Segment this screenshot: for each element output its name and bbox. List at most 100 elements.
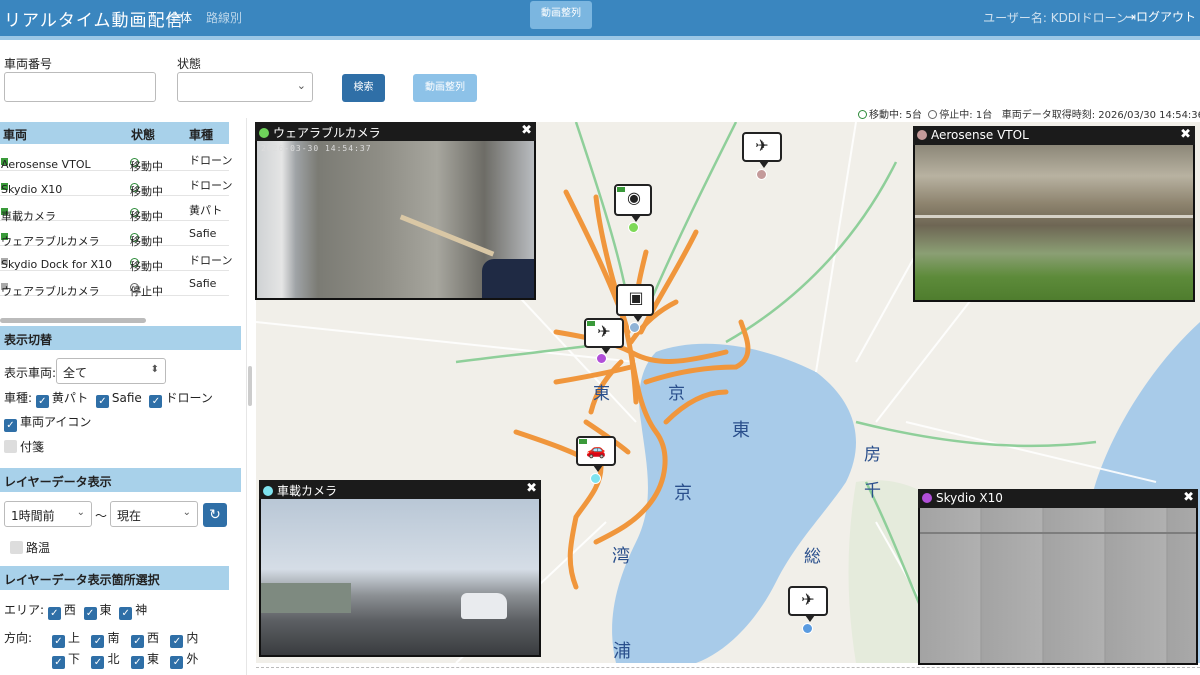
vehicle-type: ドローン (189, 154, 233, 167)
splitter-handle[interactable] (248, 366, 252, 406)
camera-marker-wearable[interactable]: ◉ (614, 184, 652, 222)
layer-display-header: レイヤーデータ表示 (0, 468, 241, 492)
header-divider (0, 36, 1200, 40)
layer-to-value: 現在 (117, 509, 142, 523)
pin-dock[interactable] (629, 322, 640, 333)
dir-up-label: 上 (68, 631, 81, 645)
video-feed-wearable[interactable]: 2026-03-30 14:54:37 (257, 141, 534, 298)
dir-north-checkbox[interactable]: ✓ (91, 656, 105, 669)
pin-car[interactable] (590, 473, 601, 484)
dir-down-checkbox[interactable]: ✓ (52, 656, 65, 669)
area-east-checkbox[interactable]: ✓ (83, 607, 97, 620)
area-east-label: 東 (99, 603, 112, 617)
dir-west-checkbox[interactable]: ✓ (130, 635, 144, 648)
map-label-ura: 浦 (613, 641, 631, 662)
vehicle-type-label: 車種: (4, 391, 33, 405)
video-feed-car[interactable] (261, 499, 539, 655)
close-icon[interactable]: ✖ (1183, 490, 1194, 505)
drone-marker-south[interactable]: ✈ (788, 586, 828, 622)
pin-drone-south[interactable] (802, 623, 813, 634)
vehicle-icon-checkbox[interactable]: ✓ (4, 419, 17, 432)
drone-marker-aerosense[interactable]: ✈ (742, 132, 782, 168)
popup-titlebar[interactable]: Aerosense VTOL ✖ (913, 126, 1195, 145)
type-drone-checkbox[interactable]: ✓ (149, 395, 163, 408)
map-label-kyo-2: 京 (674, 483, 692, 504)
area-west-checkbox[interactable]: ✓ (47, 607, 61, 620)
panel-splitter[interactable] (246, 118, 254, 675)
close-icon[interactable]: ✖ (521, 123, 532, 138)
drone-icon: ✈ (801, 590, 815, 609)
popup-status-dot (917, 130, 927, 140)
pin-skydio[interactable] (596, 353, 607, 364)
area-row: エリア: ✓ 西 ✓ 東 ✓ 神 (4, 601, 147, 620)
dir-east-checkbox[interactable]: ✓ (130, 656, 144, 669)
dir-south-checkbox[interactable]: ✓ (91, 635, 105, 648)
road-temp-label: 路温 (26, 541, 51, 555)
road-temp-checkbox[interactable] (10, 541, 23, 554)
vehicle-icon-row: ✓ 車両アイコン (4, 413, 91, 432)
close-icon[interactable]: ✖ (1180, 127, 1191, 142)
area-kanagawa-checkbox[interactable]: ✓ (119, 607, 133, 620)
table-row[interactable]: Skydio Dock for X10 移動中 ドローン (0, 246, 232, 273)
vehicle-table-header: 車両 状態 車種 (0, 122, 229, 144)
table-scrollbar[interactable] (0, 318, 146, 323)
close-icon[interactable]: ✖ (526, 481, 537, 496)
table-row[interactable]: ウェアラブルカメラ 停止中 Safie (0, 271, 229, 298)
type-drone-label: ドローン (165, 391, 213, 405)
popup-title: Skydio X10 (936, 491, 1003, 505)
table-row[interactable]: Aerosense VTOL 移動中 ドローン (0, 146, 233, 173)
vehicle-type: 黄パト (189, 204, 223, 217)
video-feed-aerosense[interactable] (915, 145, 1193, 300)
popup-titlebar[interactable]: 車載カメラ ✖ (259, 480, 541, 499)
dir-up-checkbox[interactable]: ✓ (52, 635, 65, 648)
layer-from-select[interactable]: 1時間前 ⌄ (4, 501, 92, 527)
display-vehicle-select[interactable]: 全て ⬍ (56, 358, 166, 384)
drone-marker-skydio[interactable]: ✈ (584, 318, 624, 354)
dir-inner-checkbox[interactable]: ✓ (170, 635, 184, 648)
vehicle-number-input[interactable] (4, 72, 156, 102)
dir-outer-checkbox[interactable]: ✓ (170, 656, 184, 669)
drone-icon: ✈ (597, 322, 611, 341)
vehicle-type: ドローン (189, 179, 233, 192)
dir-down-label: 下 (68, 652, 81, 666)
display-vehicle-value: 全て (63, 366, 88, 380)
video-feed-skydio[interactable] (920, 508, 1196, 663)
table-row[interactable]: ウェアラブルカメラ 移動中 Safie (0, 221, 229, 248)
nav-by-route[interactable]: 路線別 (206, 9, 242, 26)
refresh-button[interactable]: ↻ (203, 503, 227, 527)
refresh-icon: ↻ (209, 507, 221, 523)
car-marker[interactable]: 🚗 (576, 436, 616, 472)
video-align-button[interactable]: 動画整列 (413, 74, 477, 102)
pin-aerosense[interactable] (756, 169, 767, 180)
table-row[interactable]: 車載カメラ 移動中 黄パト (0, 196, 229, 223)
popup-titlebar[interactable]: ウェアラブルカメラ ✖ (255, 122, 536, 141)
logout-link[interactable]: ⇥ログアウト (1126, 8, 1196, 25)
stick-shape (399, 214, 495, 257)
direction-row-1: ✓ 上 ✓ 南 ✓ 西 ✓ 内 (52, 629, 198, 648)
range-tilde: 〜 (95, 509, 108, 523)
logout-icon: ⇥ (1125, 10, 1136, 24)
video-popup-skydio[interactable]: Skydio X10 ✖ (918, 489, 1198, 665)
video-timestamp: 2026-03-30 14:54:37 (261, 144, 372, 153)
search-button[interactable]: 検索 (342, 74, 385, 102)
pin-wearable[interactable] (628, 222, 639, 233)
popup-titlebar[interactable]: Skydio X10 ✖ (918, 489, 1198, 508)
chevron-down-icon: ⌄ (182, 507, 191, 518)
layer-to-select[interactable]: 現在 ⌄ (110, 501, 198, 527)
type-safie-checkbox[interactable]: ✓ (95, 395, 109, 408)
car-shape (461, 593, 507, 619)
nav-all[interactable]: 全体 (168, 9, 192, 26)
video-align-top-button[interactable]: 動画整列 (530, 1, 592, 29)
table-row[interactable]: Skydio X10 移動中 ドローン (0, 171, 233, 198)
video-popup-wearable[interactable]: ウェアラブルカメラ ✖ 2026-03-30 14:54:37 (255, 122, 536, 300)
left-panel: 車両 状態 車種 Aerosense VTOL 移動中 ドローン Skydio X10… (0, 118, 241, 675)
dock-marker[interactable]: ▣ (616, 284, 654, 322)
video-popup-aerosense[interactable]: Aerosense VTOL ✖ (913, 126, 1195, 302)
popup-title: ウェアラブルカメラ (273, 126, 381, 140)
sticky-checkbox[interactable] (4, 440, 17, 453)
state-select[interactable]: ⌄ (177, 72, 313, 102)
col-vehicle: 車両 (3, 128, 28, 142)
path-shape (915, 215, 1193, 218)
type-yellow-patrol-checkbox[interactable]: ✓ (35, 395, 49, 408)
video-popup-car[interactable]: 車載カメラ ✖ (259, 480, 541, 657)
